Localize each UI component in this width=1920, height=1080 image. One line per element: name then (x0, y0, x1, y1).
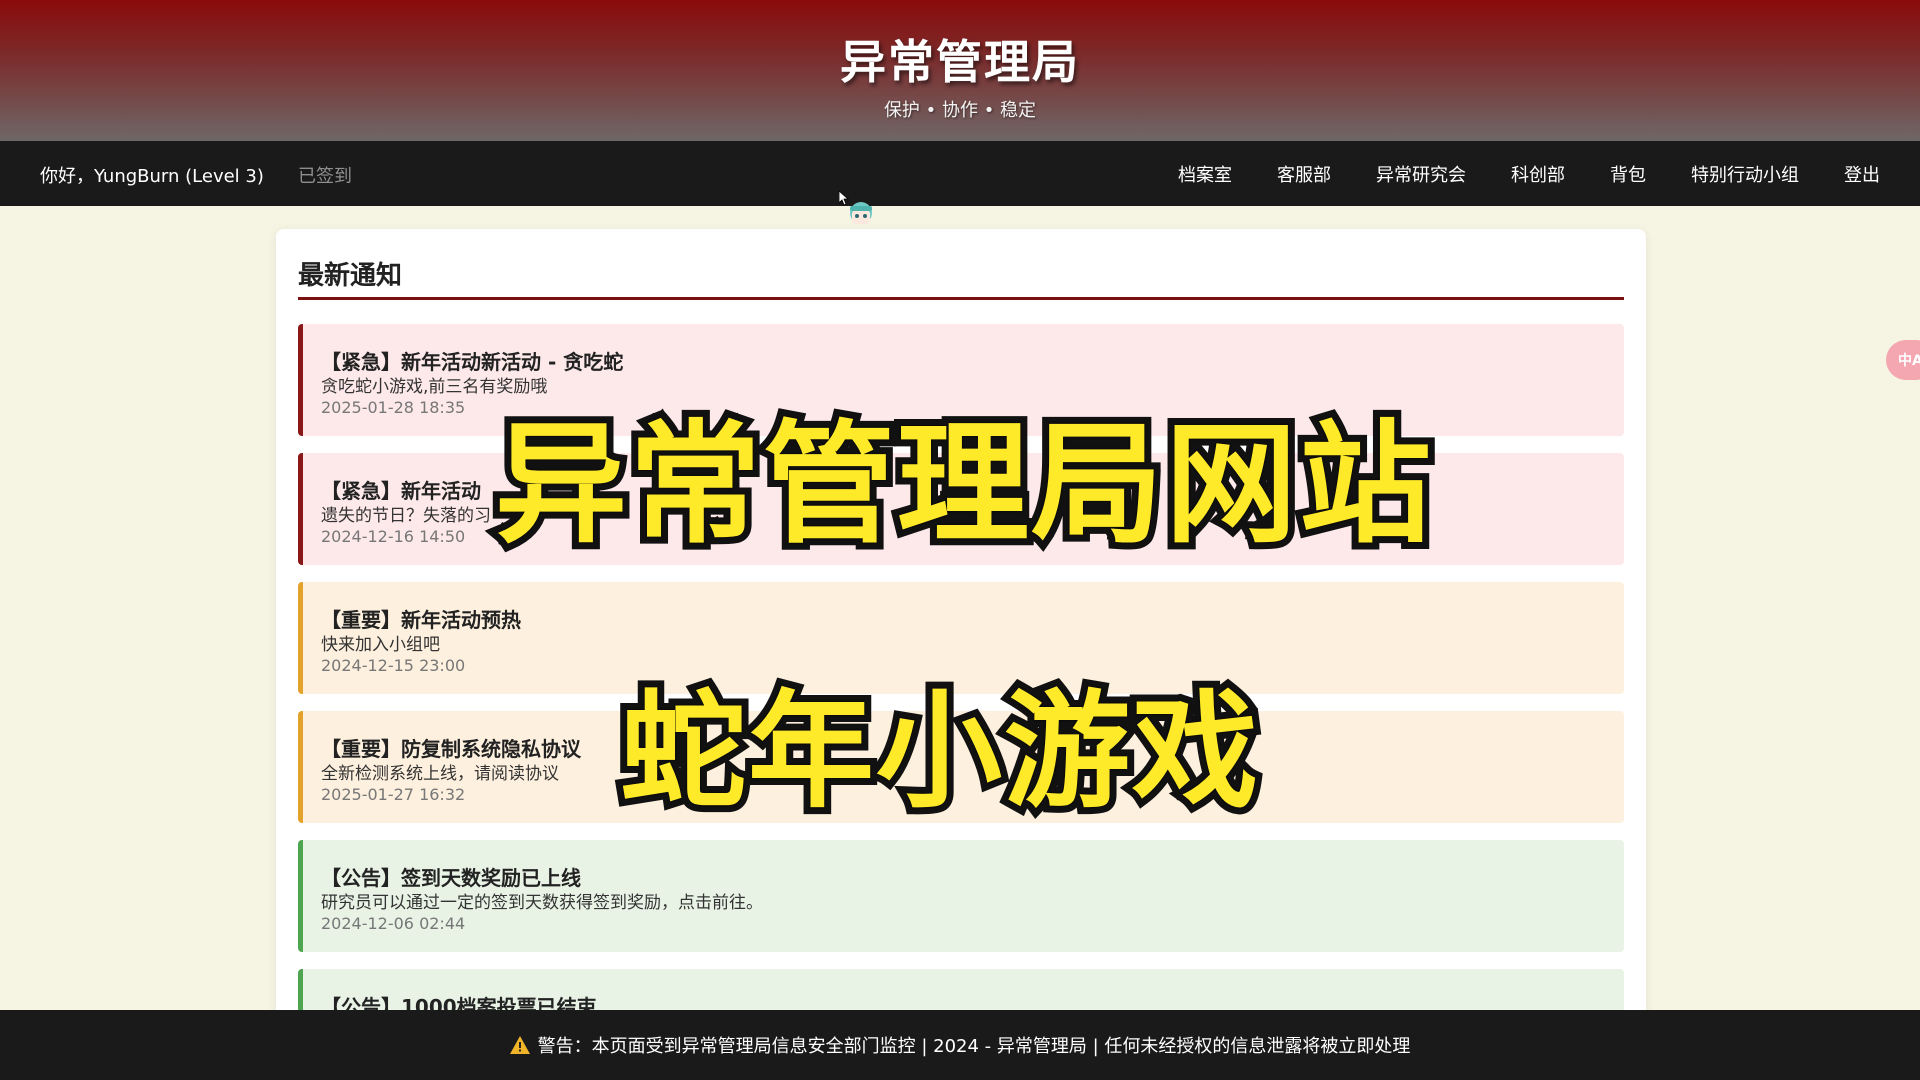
notice-desc: 研究员可以通过一定的签到天数获得签到奖励，点击前往。 (321, 893, 763, 913)
mascot-icon[interactable] (846, 198, 876, 228)
notice-title: 【紧急】新年活动新活动 - 贪吃蛇 (321, 350, 624, 374)
nav-link-customer-service[interactable]: 客服部 (1277, 161, 1331, 187)
navbar: 你好，YungBurn (Level 3) 已签到 档案室 客服部 异常研究会 … (0, 141, 1920, 206)
notice-title: 【重要】新年活动预热 (321, 608, 521, 632)
notice-panel: 最新通知 【紧急】新年活动新活动 - 贪吃蛇 贪吃蛇小游戏,前三名有奖励哦 20… (276, 229, 1646, 1080)
notice-date: 2024-12-06 02:44 (321, 914, 466, 933)
notice-title: 【公告】签到天数奖励已上线 (321, 866, 581, 890)
nav-links: 档案室 客服部 异常研究会 科创部 背包 特别行动小组 登出 (1178, 141, 1880, 206)
notice-item[interactable]: 【公告】签到天数奖励已上线 研究员可以通过一定的签到天数获得签到奖励，点击前往。… (298, 840, 1624, 952)
nav-link-backpack[interactable]: 背包 (1610, 161, 1646, 187)
warning-icon (509, 1036, 530, 1054)
overlay-caption-subtitle: 蛇年小游戏 (613, 671, 1265, 832)
nav-link-logout[interactable]: 登出 (1844, 161, 1880, 187)
nav-link-special-ops[interactable]: 特别行动小组 (1691, 161, 1799, 187)
signin-status[interactable]: 已签到 (298, 162, 352, 188)
notice-date: 2024-12-16 14:50 (321, 527, 466, 546)
nav-link-anomaly-research[interactable]: 异常研究会 (1376, 161, 1466, 187)
user-greeting: 你好，YungBurn (Level 3) (40, 166, 264, 187)
site-title: 异常管理局 (840, 35, 1080, 89)
notice-date: 2025-01-28 18:35 (321, 398, 466, 417)
overlay-caption-title: 异常管理局网站 (488, 401, 1438, 569)
notice-desc: 遗失的节日？失落的习 (321, 506, 491, 526)
site-header: 异常管理局 保护 • 协作 • 稳定 (0, 0, 1920, 141)
notice-date: 2025-01-27 16:32 (321, 785, 466, 804)
nav-link-science-dept[interactable]: 科创部 (1511, 161, 1565, 187)
site-subtitle: 保护 • 协作 • 稳定 (883, 100, 1037, 121)
section-title: 最新通知 (298, 261, 403, 291)
notice-title: 【紧急】新年活动 (321, 479, 481, 503)
notice-desc: 快来加入小组吧 (321, 635, 440, 655)
notice-date: 2024-12-15 23:00 (321, 656, 466, 675)
footer: 警告：本页面受到异常管理局信息安全部门监控 | 2024 - 异常管理局 | 任… (0, 1010, 1920, 1080)
nav-link-archive[interactable]: 档案室 (1178, 161, 1232, 187)
section-divider (298, 297, 1624, 300)
notice-title: 【重要】防复制系统隐私协议 (321, 737, 581, 761)
footer-warning: 警告：本页面受到异常管理局信息安全部门监控 | 2024 - 异常管理局 | 任… (537, 1036, 1411, 1057)
notice-desc: 全新检测系统上线，请阅读协议 (321, 764, 559, 784)
translate-pill[interactable]: 中A (1886, 340, 1920, 380)
